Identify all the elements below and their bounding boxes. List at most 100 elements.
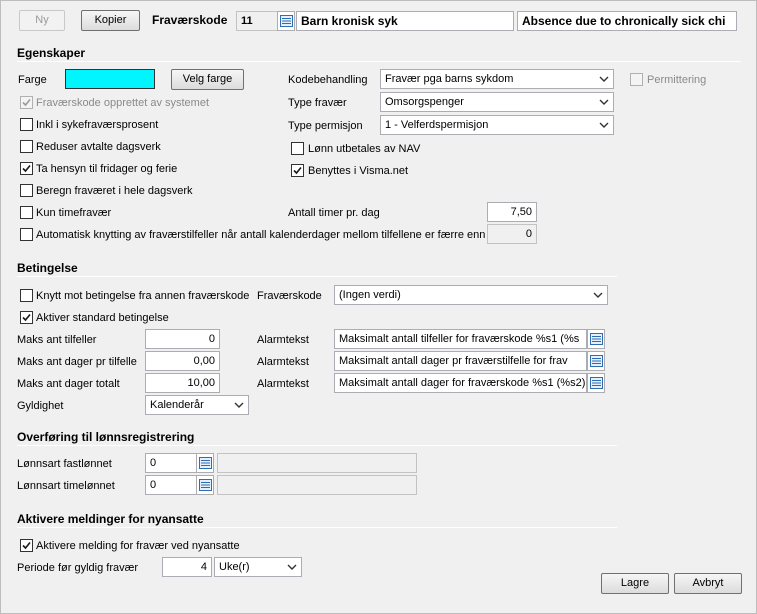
period-unit-select[interactable]: Uke(r) [214, 557, 302, 577]
period-unit-value: Uke(r) [219, 561, 250, 573]
max-cases-label: Maks ant tilfeller [17, 334, 97, 346]
sick-percent-checkbox[interactable] [20, 118, 33, 131]
code-handling-select[interactable]: Fravær pga barns sykdom [380, 69, 614, 89]
visma-label: Benyttes i Visma.net [308, 165, 409, 177]
check-mark-icon [22, 313, 31, 322]
choose-color-button[interactable]: Velg farge [171, 69, 244, 90]
sick-percent-label: Inkl i sykefraværsprosent [36, 119, 159, 131]
max-days-total-field[interactable]: 10,00 [145, 373, 220, 393]
holidays-label: Ta hensyn til fridager og ferie [36, 163, 178, 175]
activate-message-label: Aktivere melding for fravær ved nyansatt… [36, 540, 240, 552]
copy-button[interactable]: Kopier [81, 10, 140, 31]
alarm3-lookup-button[interactable] [587, 373, 605, 393]
hourly-pay-description [217, 475, 417, 495]
color-swatch[interactable] [65, 69, 155, 89]
alarm3-field[interactable]: Maksimalt antall dager for fraværskode %… [334, 373, 587, 393]
properties-separator [17, 61, 741, 62]
fixed-pay-lookup-button[interactable] [196, 453, 214, 473]
condition-code-select[interactable]: (Ingen verdi) [334, 285, 608, 305]
activate-message-checkbox[interactable] [20, 539, 33, 552]
hours-only-checkbox[interactable] [20, 206, 33, 219]
code-handling-label: Kodebehandling [288, 74, 368, 86]
alarm1-field[interactable]: Maksimalt antall tilfeller for fraværsko… [334, 329, 587, 349]
max-days-case-field[interactable]: 0,00 [145, 351, 220, 371]
nav-pay-checkbox[interactable] [291, 142, 304, 155]
absence-type-select[interactable]: Omsorgspenger [380, 92, 614, 112]
payroll-section-title: Overføring til lønnsregistrering [17, 430, 195, 444]
condition-separator [17, 276, 617, 277]
messages-separator [17, 527, 617, 528]
cancel-button[interactable]: Avbryt [674, 573, 742, 594]
chevron-down-icon [599, 76, 609, 82]
fixed-pay-field[interactable]: 0 [145, 453, 197, 473]
alarm2-lookup-button[interactable] [587, 351, 605, 371]
whole-days-label: Beregn fraværet i hele dagsverk [36, 185, 193, 197]
auto-link-checkbox[interactable] [20, 228, 33, 241]
auto-link-days-field[interactable]: 0 [487, 224, 537, 244]
visma-checkbox[interactable] [291, 164, 304, 177]
list-lookup-icon [280, 15, 293, 27]
chevron-down-icon [593, 292, 603, 298]
condition-code-label: Fraværskode [257, 290, 322, 302]
whole-days-checkbox[interactable] [20, 184, 33, 197]
layoff-checkbox[interactable] [630, 73, 643, 86]
chevron-down-icon [234, 402, 244, 408]
list-lookup-icon [590, 377, 603, 389]
condition-code-value: (Ingen verdi) [339, 289, 401, 301]
code-handling-value: Fravær pga barns sykdom [385, 73, 514, 85]
validity-select[interactable]: Kalenderår [145, 395, 249, 415]
period-label: Periode før gyldig fravær [17, 562, 139, 574]
name-english-field[interactable]: Absence due to chronically sick chi [517, 11, 737, 31]
check-mark-icon [22, 541, 31, 550]
holidays-checkbox[interactable] [20, 162, 33, 175]
hourly-pay-field[interactable]: 0 [145, 475, 197, 495]
reduce-workdays-checkbox[interactable] [20, 140, 33, 153]
link-other-checkbox[interactable] [20, 289, 33, 302]
auto-link-label: Automatisk knytting av fraværstilfeller … [36, 229, 486, 241]
list-lookup-icon [590, 333, 603, 345]
code-lookup-button[interactable] [277, 11, 295, 31]
max-days-total-label: Maks ant dager totalt [17, 378, 120, 390]
payroll-separator [17, 445, 617, 446]
reduce-workdays-label: Reduser avtalte dagsverk [36, 141, 161, 153]
chevron-down-icon [599, 122, 609, 128]
absence-type-label: Type fravær [288, 97, 347, 109]
save-button[interactable]: Lagre [601, 573, 669, 594]
link-other-label: Knytt mot betingelse fra annen fraværsko… [36, 290, 250, 302]
fixed-pay-label: Lønnsart fastlønnet [17, 458, 112, 470]
list-lookup-icon [199, 479, 212, 491]
color-label: Farge [18, 74, 47, 86]
nav-pay-label: Lønn utbetales av NAV [308, 143, 421, 155]
new-button[interactable]: Ny [19, 10, 65, 31]
period-field[interactable]: 4 [162, 557, 212, 577]
list-lookup-icon [590, 355, 603, 367]
condition-section-title: Betingelse [17, 261, 78, 275]
alarm3-label: Alarmtekst [257, 378, 309, 390]
validity-value: Kalenderår [150, 399, 204, 411]
alarm1-label: Alarmtekst [257, 334, 309, 346]
standard-condition-checkbox[interactable] [20, 311, 33, 324]
code-label: Fraværskode [152, 13, 228, 27]
hours-per-day-field[interactable]: 7,50 [487, 202, 537, 222]
code-field: 11 [236, 11, 278, 31]
system-created-checkbox[interactable] [20, 96, 33, 109]
alarm2-field[interactable]: Maksimalt antall dager pr fraværstilfell… [334, 351, 587, 371]
leave-type-select[interactable]: 1 - Velferdspermisjon [380, 115, 614, 135]
layoff-label: Permittering [647, 74, 707, 86]
chevron-down-icon [599, 99, 609, 105]
max-days-case-label: Maks ant dager pr tilfelle [17, 356, 137, 368]
max-cases-field[interactable]: 0 [145, 329, 220, 349]
hours-per-day-label: Antall timer pr. dag [288, 207, 380, 219]
validity-label: Gyldighet [17, 400, 64, 412]
name-field[interactable]: Barn kronisk syk [296, 11, 514, 31]
absence-type-value: Omsorgspenger [385, 96, 464, 108]
hourly-pay-lookup-button[interactable] [196, 475, 214, 495]
properties-section-title: Egenskaper [17, 46, 86, 60]
alarm2-label: Alarmtekst [257, 356, 309, 368]
check-mark-icon [22, 98, 31, 107]
list-lookup-icon [199, 457, 212, 469]
messages-section-title: Aktivere meldinger for nyansatte [17, 512, 204, 526]
standard-condition-label: Aktiver standard betingelse [36, 312, 169, 324]
hours-only-label: Kun timefravær [36, 207, 112, 219]
alarm1-lookup-button[interactable] [587, 329, 605, 349]
